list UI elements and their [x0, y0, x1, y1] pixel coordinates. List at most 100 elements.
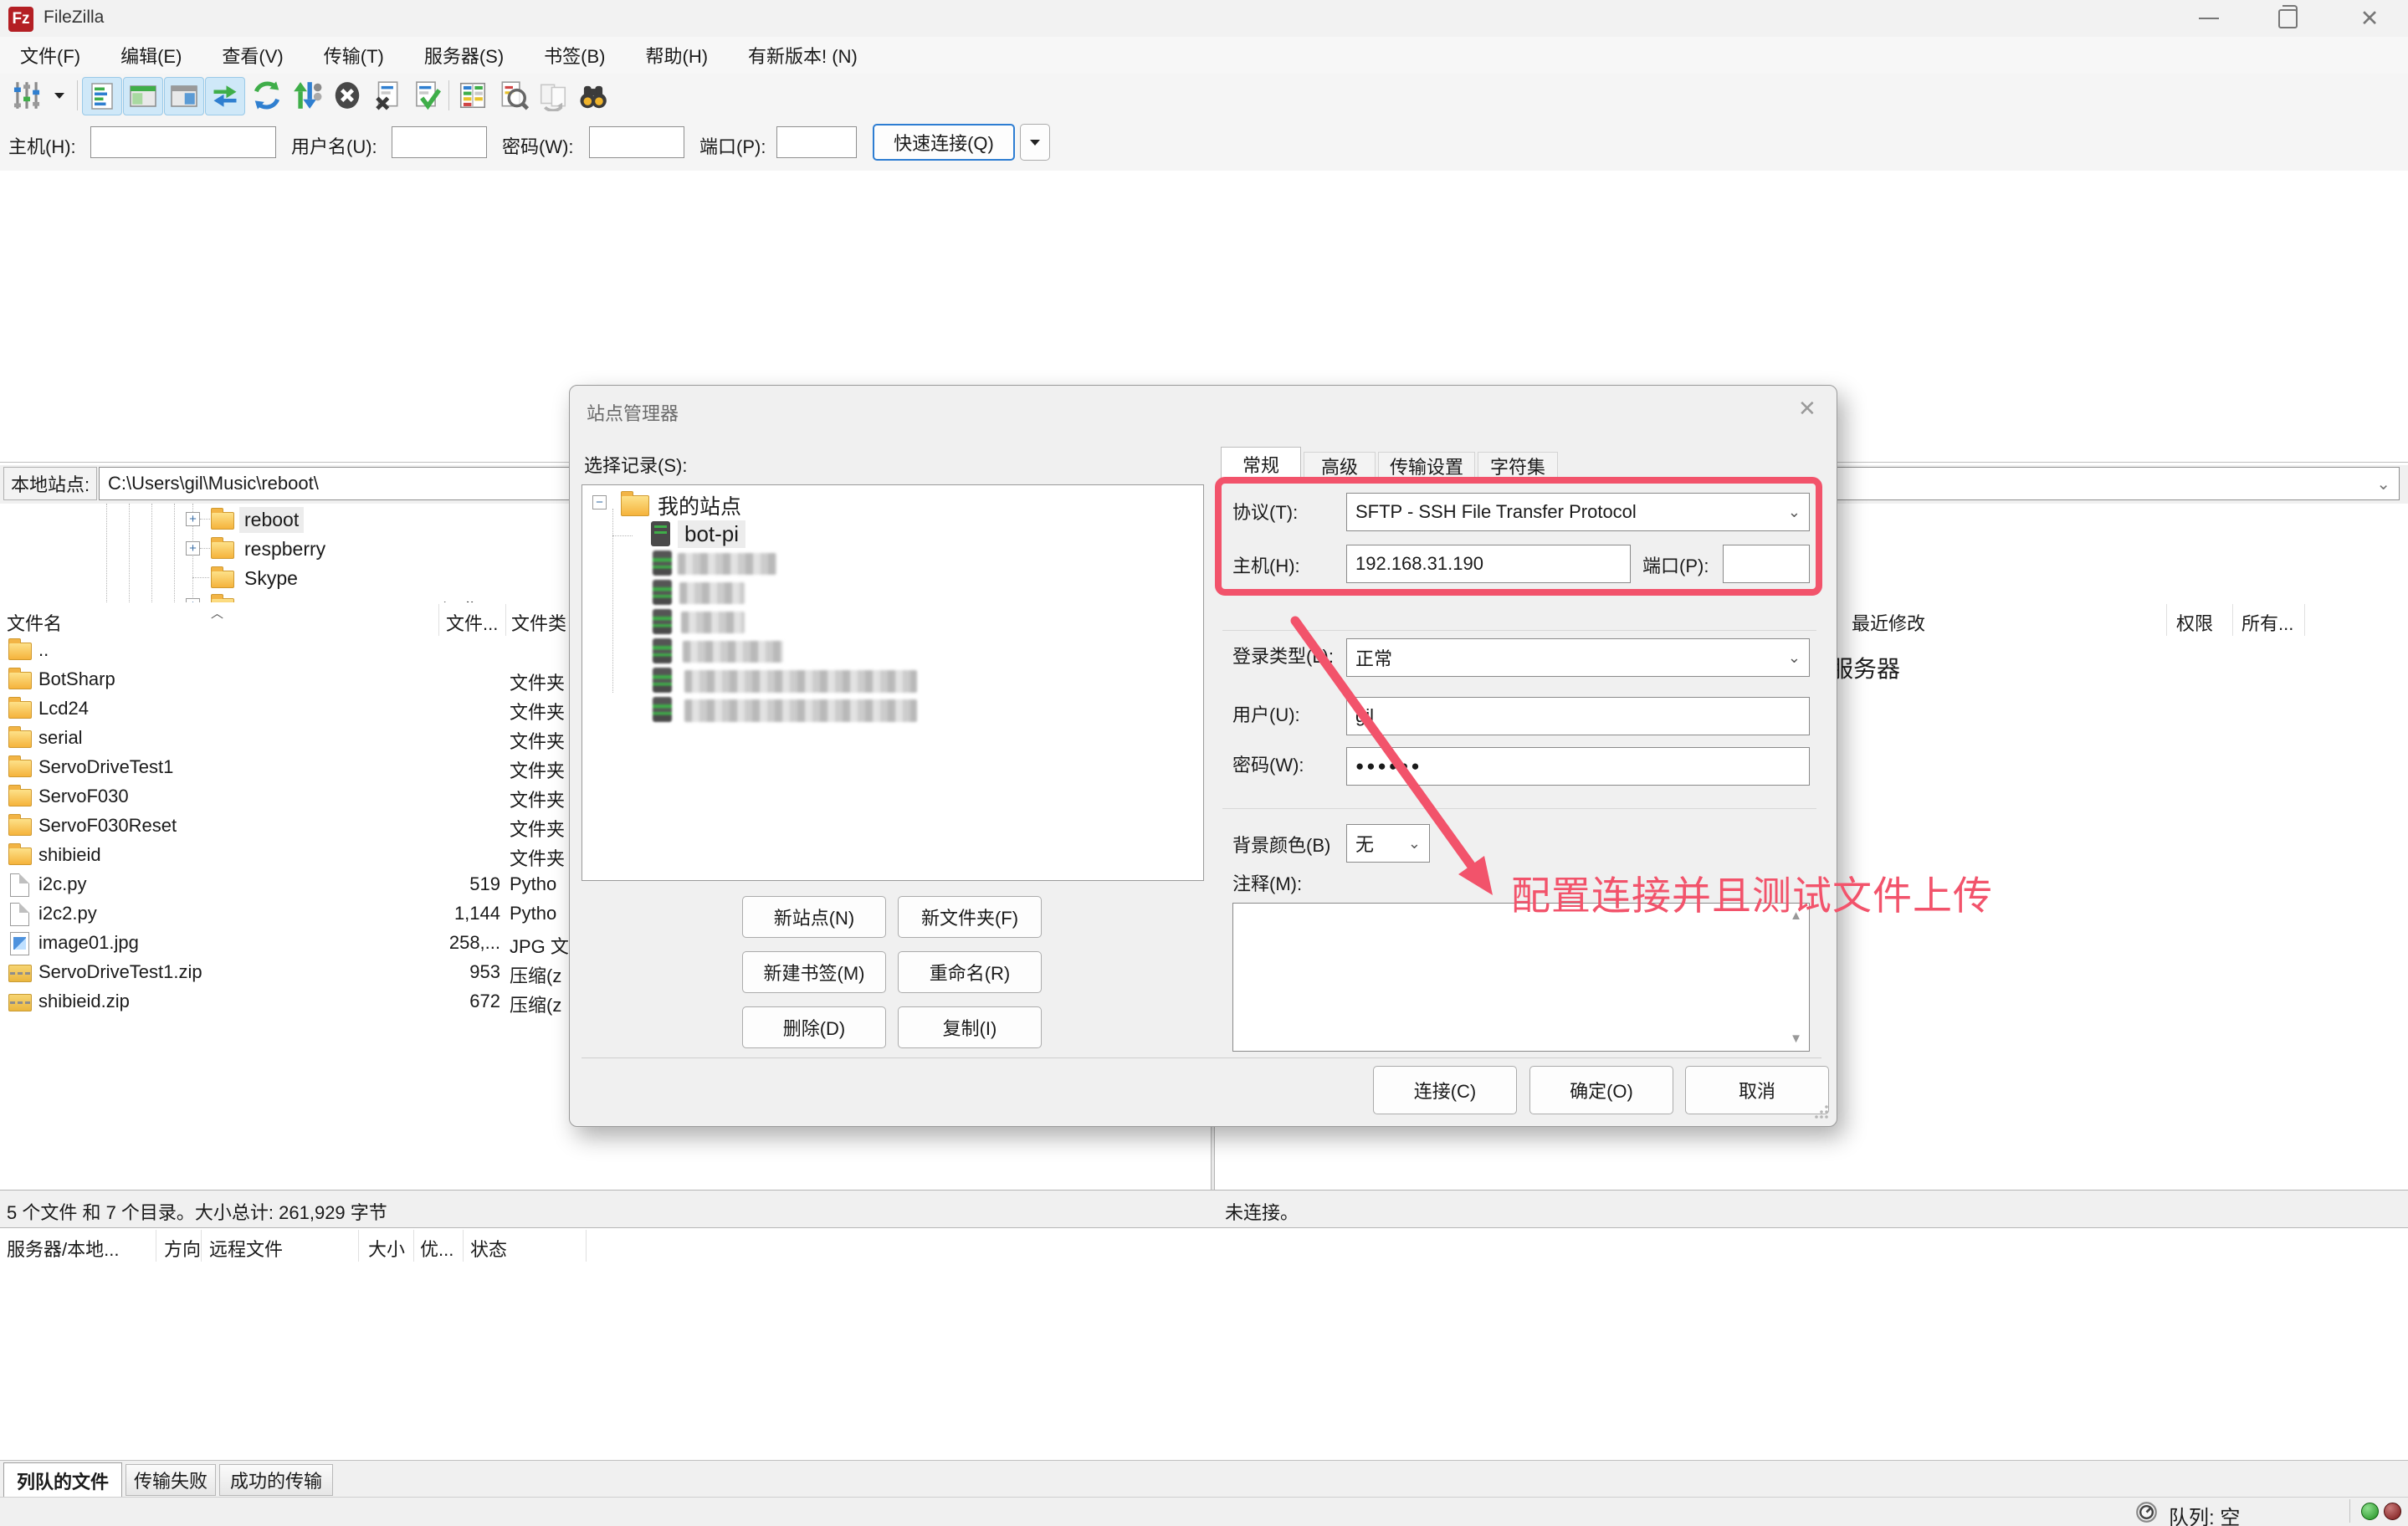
duplicate-button[interactable]: 复制(I): [898, 1006, 1042, 1048]
process-queue-button[interactable]: [288, 77, 326, 114]
toggle-queue-button[interactable]: [205, 77, 245, 115]
restore-button[interactable]: [2261, 0, 2314, 37]
cancel-button[interactable]: 取消: [1685, 1066, 1829, 1114]
site-tree-item-redacted[interactable]: [582, 667, 1201, 695]
chevron-down-icon[interactable]: ⌄: [2376, 474, 2390, 494]
site-manager-button[interactable]: [5, 77, 49, 114]
column-divider[interactable]: [2304, 604, 2305, 636]
column-divider[interactable]: [505, 604, 506, 636]
tab-queued-files[interactable]: 列队的文件: [3, 1462, 122, 1498]
expander-plus-icon[interactable]: +: [186, 598, 200, 602]
expander-plus-icon[interactable]: +: [186, 512, 200, 526]
menu-item-edit[interactable]: 编辑(E): [100, 37, 202, 74]
toggle-log-button[interactable]: [82, 77, 122, 115]
column-divider[interactable]: [586, 1230, 587, 1262]
server-icon: [653, 580, 672, 605]
minimize-button[interactable]: [2182, 0, 2236, 37]
new-site-button[interactable]: 新站点(N): [742, 896, 886, 938]
expander-plus-icon[interactable]: +: [186, 541, 200, 556]
column-modified[interactable]: 最近修改: [1852, 609, 1925, 636]
tab-failed-transfers[interactable]: 传输失败: [126, 1464, 216, 1496]
password-input[interactable]: ●●●●●●: [1346, 747, 1810, 786]
refresh-button[interactable]: [248, 77, 286, 114]
column-divider[interactable]: [2232, 604, 2233, 636]
column-divider[interactable]: [463, 1230, 464, 1262]
close-icon[interactable]: ✕: [2343, 0, 2396, 37]
column-filesize[interactable]: 文件...: [446, 609, 498, 636]
qc-port-input[interactable]: [776, 126, 857, 158]
comments-textarea[interactable]: ▲ ▼: [1232, 903, 1810, 1052]
menu-item-view[interactable]: 查看(V): [202, 37, 303, 74]
site-tree-item-redacted[interactable]: [582, 638, 1201, 665]
file-icon: [10, 903, 29, 926]
site-tree-item-redacted[interactable]: [582, 696, 1201, 725]
user-input[interactable]: gil: [1346, 697, 1810, 735]
folder-icon: [8, 672, 32, 689]
qc-username-input[interactable]: [392, 126, 487, 158]
column-owner[interactable]: 所有...: [2241, 609, 2293, 636]
column-divider[interactable]: [438, 604, 439, 636]
menu-item-file[interactable]: 文件(F): [0, 37, 100, 74]
rename-button[interactable]: 重命名(R): [898, 951, 1042, 993]
failed-transfers-button[interactable]: [367, 77, 406, 114]
column-permissions[interactable]: 权限: [2176, 609, 2213, 636]
directory-compare-button[interactable]: [453, 77, 492, 114]
quickconnect-dropdown[interactable]: [1020, 124, 1050, 161]
tab-successful-transfers[interactable]: 成功的传输: [219, 1464, 333, 1496]
find-files-button[interactable]: [494, 77, 532, 114]
qc-password-input[interactable]: [589, 126, 684, 158]
column-filetype[interactable]: 文件类: [511, 609, 566, 636]
bgcolor-select[interactable]: 无 ⌄: [1346, 824, 1430, 863]
column-priority[interactable]: 优...: [420, 1235, 453, 1262]
connect-button[interactable]: 连接(C): [1373, 1066, 1517, 1114]
site-tree-item-redacted[interactable]: [582, 550, 1201, 577]
new-folder-button[interactable]: 新文件夹(F): [898, 896, 1042, 938]
file-name: Lcd24: [38, 698, 89, 719]
column-divider[interactable]: [201, 1230, 202, 1262]
qc-host-input[interactable]: [90, 126, 276, 158]
tab-general[interactable]: 常规: [1221, 447, 1301, 480]
scroll-down-icon[interactable]: ▼: [1790, 1032, 1802, 1046]
quickconnect-button[interactable]: 快速连接(Q): [873, 124, 1015, 161]
successful-transfers-button[interactable]: [407, 77, 445, 114]
menu-item-transfer[interactable]: 传输(T): [304, 37, 404, 74]
close-icon[interactable]: ✕: [1798, 396, 1816, 422]
delete-button[interactable]: 删除(D): [742, 1006, 886, 1048]
logontype-select[interactable]: 正常 ⌄: [1346, 638, 1810, 677]
column-divider[interactable]: [358, 1230, 359, 1262]
resize-grip[interactable]: [1813, 1104, 1830, 1120]
site-tree-item-redacted[interactable]: [582, 579, 1201, 607]
cancel-button[interactable]: [328, 77, 366, 114]
column-direction[interactable]: 方向: [164, 1235, 201, 1262]
column-server-local[interactable]: 服务器/本地...: [7, 1235, 119, 1262]
menu-item-server[interactable]: 服务器(S): [404, 37, 524, 74]
annotation-highlight-box: [1215, 477, 1822, 596]
toggle-local-tree-button[interactable]: [123, 77, 163, 115]
menu-item-help[interactable]: 帮助(H): [626, 37, 729, 74]
menu-item-new-version[interactable]: 有新版本! (N): [728, 37, 878, 74]
tree-item-reboot[interactable]: + reboot: [0, 505, 569, 534]
tree-item-stm32[interactable]: + STM32 ST-LINK Utility 汉化: [0, 593, 569, 602]
site-tree-item-bot-pi[interactable]: bot-pi: [582, 519, 1201, 549]
expander-minus-icon[interactable]: −: [592, 495, 607, 510]
toggle-remote-tree-button[interactable]: [164, 77, 204, 115]
site-manager-dropdown[interactable]: [49, 77, 70, 114]
column-size[interactable]: 大小: [368, 1235, 405, 1262]
tab-advanced[interactable]: 高级: [1304, 452, 1376, 480]
tab-transfer-settings[interactable]: 传输设置: [1378, 452, 1475, 480]
tree-item-respberry[interactable]: + respberry: [0, 535, 569, 563]
column-divider[interactable]: [2166, 604, 2167, 636]
tree-item-skype[interactable]: Skype: [0, 564, 569, 592]
ok-button[interactable]: 确定(O): [1529, 1066, 1673, 1114]
filter-button[interactable]: [574, 77, 612, 114]
column-filename[interactable]: 文件名: [7, 609, 62, 636]
synchronized-browsing-button[interactable]: [534, 77, 572, 114]
new-bookmark-button[interactable]: 新建书签(M): [742, 951, 886, 993]
tab-charset[interactable]: 字符集: [1478, 452, 1558, 480]
menu-item-bookmarks[interactable]: 书签(B): [524, 37, 625, 74]
column-status[interactable]: 状态: [470, 1235, 507, 1262]
site-tree-item-redacted[interactable]: [582, 608, 1201, 636]
column-divider[interactable]: [413, 1230, 414, 1262]
site-tree-root[interactable]: − 我的站点: [582, 489, 1201, 517]
column-remote-file[interactable]: 远程文件: [209, 1235, 283, 1262]
